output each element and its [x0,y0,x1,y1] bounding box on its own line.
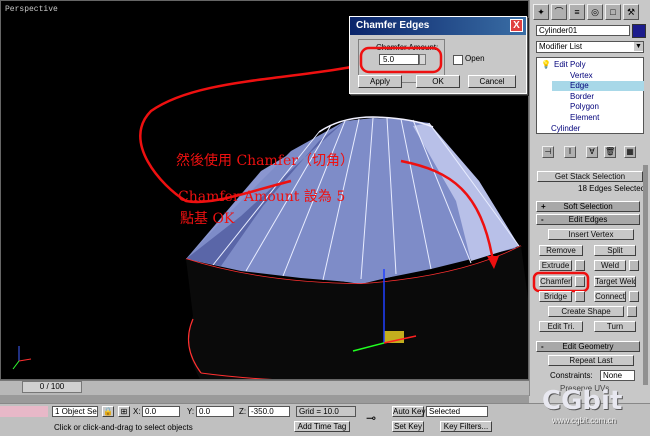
create-shape-button[interactable]: Create Shape [548,306,624,317]
constraints-label: Constraints: [550,371,593,380]
object-color-swatch[interactable] [632,24,646,38]
stack-item-element[interactable]: Element [570,113,599,122]
stack-item-cylinder[interactable]: Cylinder [551,124,580,133]
stack-item-border[interactable]: Border [570,92,594,101]
z-label: Z: [239,407,247,416]
chevron-down-icon[interactable]: ▼ [634,42,643,51]
set-key-button[interactable]: Set Key [392,421,424,432]
open-checkbox[interactable] [453,55,463,65]
time-slider-thumb[interactable]: 0 / 100 [22,381,82,393]
x-label: X: [133,407,141,416]
modifier-list-dropdown[interactable]: Modifier List [536,41,644,53]
key-selection-dropdown[interactable]: Selected [426,406,488,417]
edit-geometry-rollout[interactable]: - Edit Geometry [536,341,640,352]
stack-item-vertex[interactable]: Vertex [570,71,593,80]
stack-toolbar: ⊣ I ∀ 🗑 ▦ [536,140,644,162]
display-tab-icon[interactable]: □ [605,4,621,20]
dialog-title: Chamfer Edges [356,20,430,31]
weld-settings-icon[interactable] [629,260,639,271]
cancel-button[interactable]: Cancel [468,75,516,88]
bridge-settings-icon[interactable] [575,291,585,302]
maxscript-listener[interactable] [0,406,48,417]
stack-selection-highlight [552,81,644,91]
annotation-line-2: Chamfer Amount 設為 5 [178,189,346,205]
lightbulb-icon[interactable]: 💡 [541,60,551,69]
bridge-button[interactable]: Bridge [539,291,572,302]
highlight-ellipse [359,46,443,74]
track-bar[interactable] [0,395,529,403]
annotation-line-3: 點基 OK [180,211,235,227]
hierarchy-tab-icon[interactable]: ≡ [569,4,585,20]
y-label: Y: [187,407,195,416]
y-coordinate-field[interactable]: 0.0 [196,406,234,417]
key-filters-button[interactable]: Key Filters... [440,421,492,432]
stack-item-edge[interactable]: Edge [570,81,589,90]
connect-button[interactable]: Connect [594,291,626,302]
lock-selection-icon[interactable]: 🔒 [102,406,114,417]
open-label: Open [465,54,485,63]
key-mode-icon[interactable]: ⊸ [366,411,376,425]
target-weld-button[interactable]: Target Weld [594,276,636,287]
viewport-label[interactable]: Perspective [5,5,58,14]
annotation-line-1: 然後使用 Chamfer（切角） [176,153,354,169]
create-shape-settings-icon[interactable] [627,306,637,317]
edit-edges-rollout[interactable]: - Edit Edges [536,214,640,225]
split-button[interactable]: Split [594,245,636,256]
get-stack-selection-button[interactable]: Get Stack Selection [537,171,643,182]
create-tab-icon[interactable]: ✦ [533,4,549,20]
x-coordinate-field[interactable]: 0.0 [142,406,180,417]
object-name-field[interactable]: Cylinder01 [536,25,630,36]
connect-settings-icon[interactable] [629,291,639,302]
modify-tab-icon[interactable]: ⌒ [551,4,567,20]
edges-selected-text: 18 Edges Selected [578,184,646,193]
repeat-last-button[interactable]: Repeat Last [548,355,634,366]
z-coordinate-field[interactable]: -350.0 [248,406,290,417]
show-end-result-icon[interactable]: I [564,146,576,158]
remove-button[interactable]: Remove [539,245,583,256]
auto-key-button[interactable]: Auto Key [392,406,425,417]
close-icon[interactable]: X [510,19,523,32]
cgbit-watermark: CGbit www.cgbit.com.cn [542,386,623,425]
absolute-mode-icon[interactable]: ⊞ [118,406,130,417]
remove-modifier-icon[interactable]: 🗑 [604,146,616,158]
configure-sets-icon[interactable]: ▦ [624,146,636,158]
insert-vertex-button[interactable]: Insert Vertex [548,229,634,240]
stack-item-polygon[interactable]: Polygon [570,102,599,111]
add-time-tag-button[interactable]: Add Time Tag [294,421,350,432]
selection-count-field: 1 Object Sele [52,406,98,417]
grid-size-display: Grid = 10.0 [296,406,356,417]
utilities-tab-icon[interactable]: ⚒ [623,4,639,20]
pin-stack-icon[interactable]: ⊣ [542,146,554,158]
make-unique-icon[interactable]: ∀ [586,146,598,158]
constraints-dropdown[interactable]: None [600,370,635,381]
stack-item-edit-poly[interactable]: Edit Poly [554,60,586,69]
dialog-title-bar[interactable]: Chamfer Edges X [350,17,526,35]
soft-selection-rollout[interactable]: + Soft Selection [536,201,640,212]
edit-tri-button[interactable]: Edit Tri. [539,321,583,332]
motion-tab-icon[interactable]: ◎ [587,4,603,20]
prompt-line: Click or click-and-drag to select object… [54,423,193,432]
chamfer-edges-dialog: Chamfer Edges X Chamfer Amount: 5.0 Open… [349,16,527,94]
turn-button[interactable]: Turn [594,321,636,332]
panel-scrollbar[interactable] [643,165,648,385]
weld-button[interactable]: Weld [594,260,626,271]
